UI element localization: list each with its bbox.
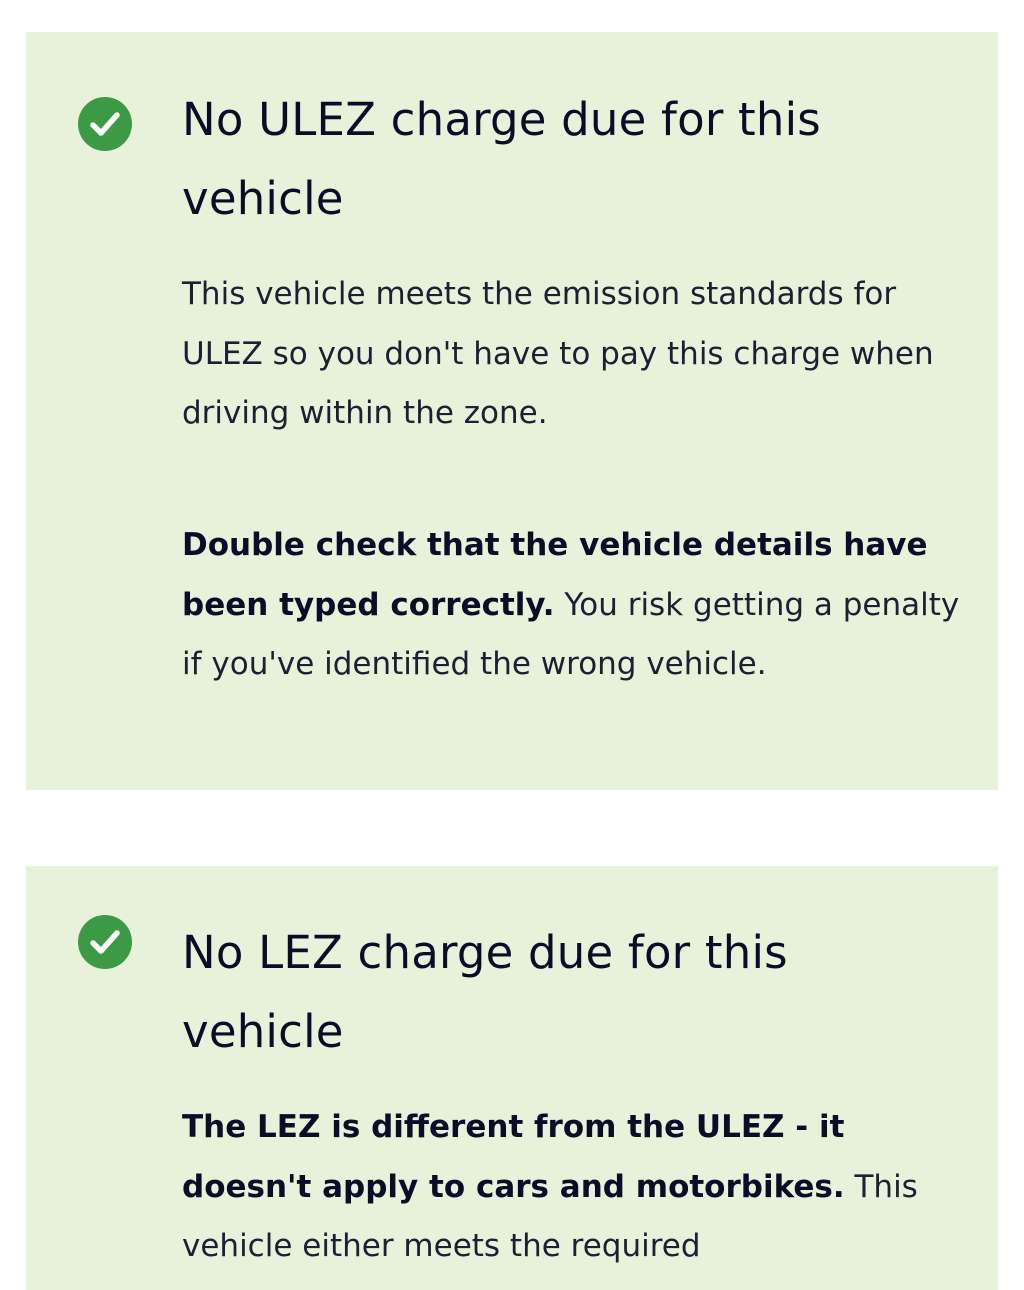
check-circle-icon: [78, 97, 132, 151]
ulez-result-description: This vehicle meets the emission standard…: [182, 276, 934, 431]
ulez-warning-text: Double check that the vehicle details ha…: [182, 516, 972, 695]
ulez-result-card: No ULEZ charge due for this vehicle This…: [26, 32, 998, 790]
lez-result-title: No LEZ charge due for this vehicle: [182, 926, 788, 1058]
lez-note-bold: The LEZ is different from the ULEZ - it …: [182, 1109, 845, 1205]
lez-note-text: The LEZ is different from the ULEZ - it …: [182, 1098, 972, 1277]
lez-result-card: No LEZ charge due for this vehicle The L…: [26, 866, 998, 1290]
ulez-result-title: No ULEZ charge due for this vehicle: [182, 93, 821, 225]
check-circle-icon: [78, 915, 132, 969]
